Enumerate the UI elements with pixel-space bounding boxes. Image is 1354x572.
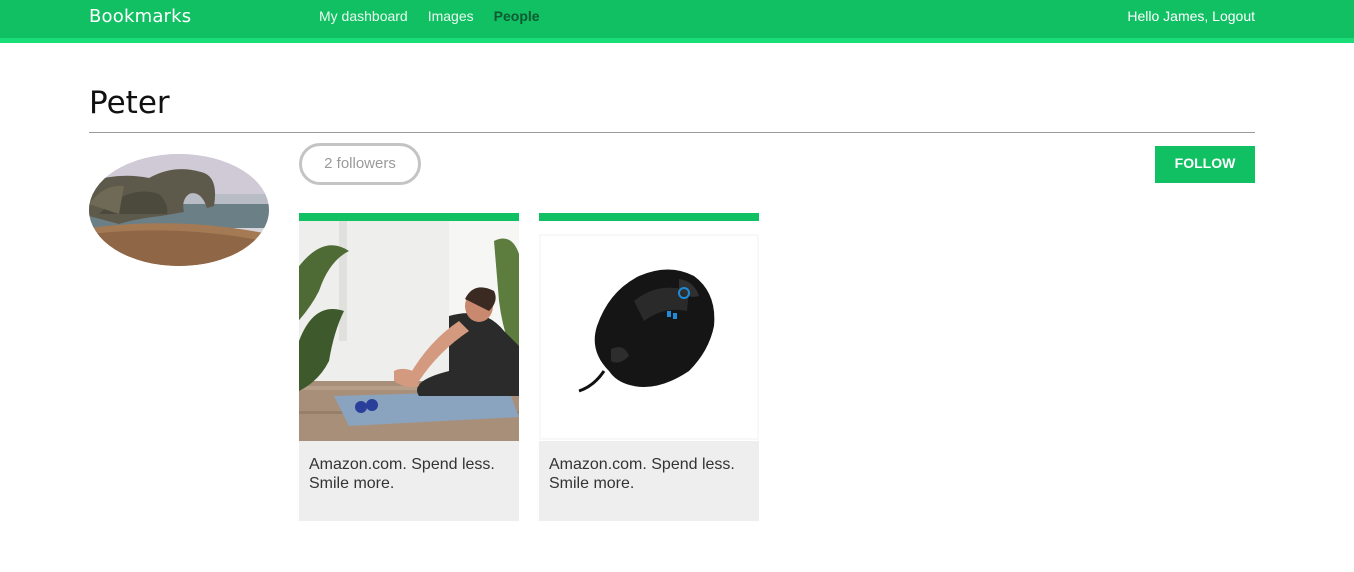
image-thumbnail[interactable] [299, 221, 519, 441]
top-bar: Bookmarks My dashboard Images People Hel… [0, 0, 1354, 43]
mouse-image [539, 221, 759, 441]
image-caption: Amazon.com. Spend less. Smile more. [549, 456, 735, 492]
greeting-text: Hello James, [1127, 8, 1209, 24]
followers-count: 2 followers [299, 143, 421, 185]
image-thumbnail[interactable] [539, 221, 759, 441]
logout-link[interactable]: Logout [1212, 8, 1255, 24]
image-card[interactable]: Amazon.com. Spend less. Smile more. [299, 213, 519, 521]
menu-item-images[interactable]: Images [428, 8, 474, 24]
page-title: Peter [89, 85, 170, 121]
follow-button[interactable]: Follow [1155, 146, 1255, 183]
main-menu: My dashboard Images People [319, 8, 540, 24]
avatar [89, 154, 269, 266]
yoga-image [299, 221, 519, 441]
title-divider [89, 132, 1255, 133]
avatar-image [89, 154, 269, 266]
user-area: Hello James, Logout [1127, 8, 1255, 24]
image-caption: Amazon.com. Spend less. Smile more. [309, 456, 495, 492]
site-logo[interactable]: Bookmarks [89, 6, 191, 27]
menu-item-people[interactable]: People [494, 8, 540, 24]
menu-item-dashboard[interactable]: My dashboard [319, 8, 408, 24]
image-card[interactable]: Amazon.com. Spend less. Smile more. [539, 213, 759, 521]
